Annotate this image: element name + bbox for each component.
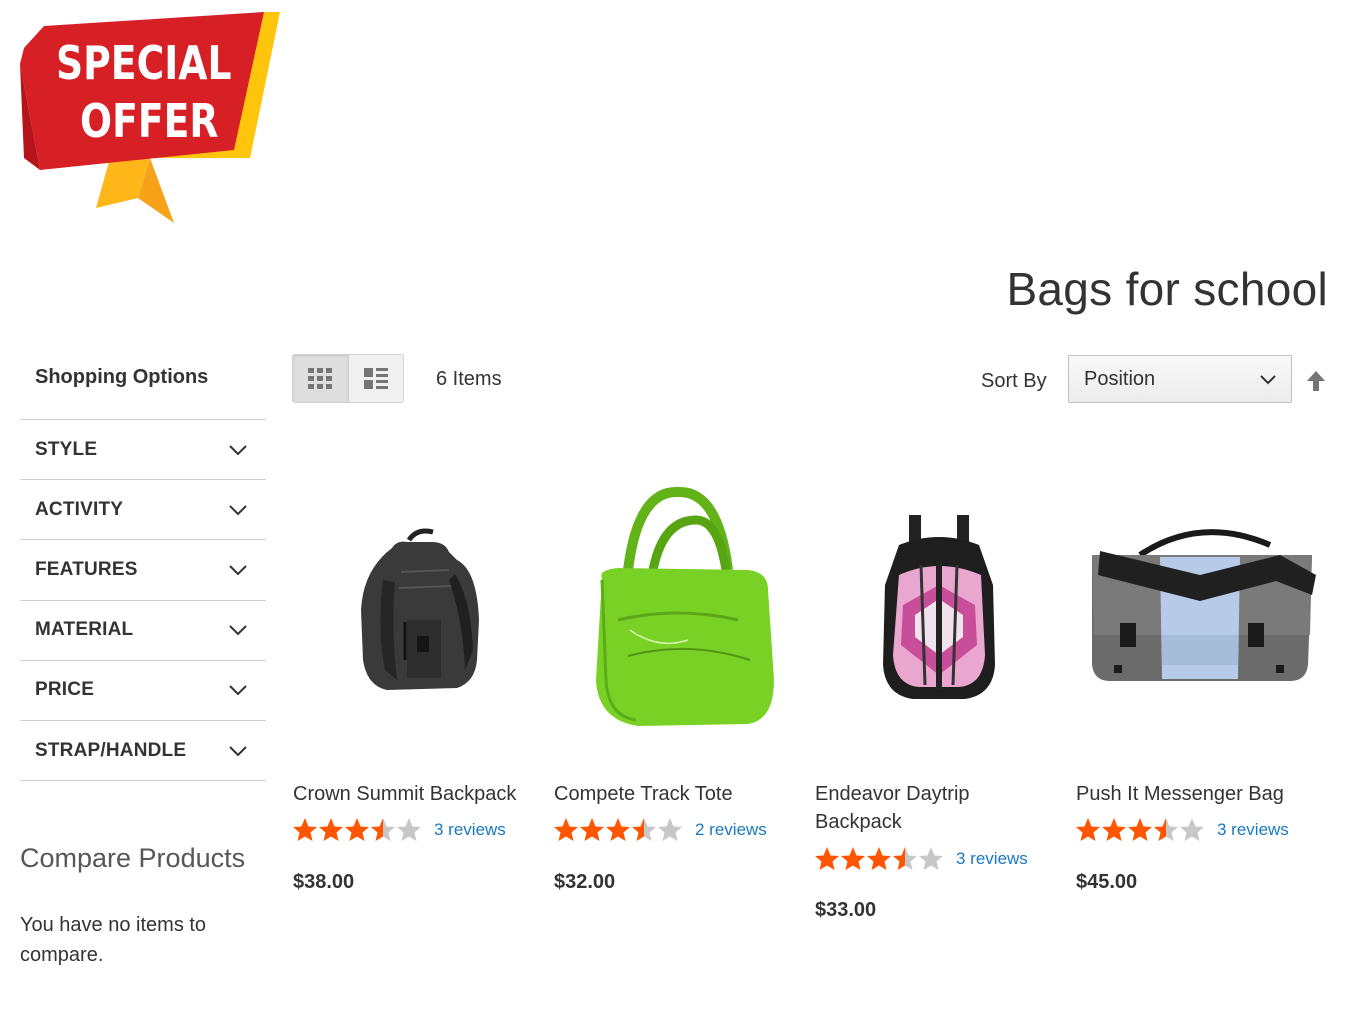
chevron-down-icon [229,625,247,636]
sort-by-label: Sort By [981,370,1047,392]
filter-label: PRICE [35,679,95,701]
filter-activity[interactable]: ACTIVITY [20,480,266,541]
rating-stars [814,846,944,872]
product-name-link[interactable]: Push It Messenger Bag [1076,780,1316,808]
chevron-down-icon [229,565,247,576]
product-name-link[interactable]: Endeavor Daytrip Backpack [815,780,1055,836]
star-icon [293,818,317,841]
star-icon [1102,818,1126,841]
reviews-link[interactable]: 2 reviews [695,820,767,840]
star-icon [1154,818,1178,841]
rating-stars [292,817,422,843]
star-icon [345,818,369,841]
list-view-button[interactable] [348,355,403,402]
filter-style[interactable]: STYLE [20,420,266,481]
arrow-up-icon[interactable] [1305,370,1327,392]
star-icon [319,818,343,841]
filter-label: ACTIVITY [35,498,124,520]
star-icon [580,818,604,841]
product-photo[interactable] [1075,470,1325,740]
product-rating: 2 reviews [553,817,767,843]
shopping-options-heading: Shopping Options [20,352,266,420]
star-icon [397,818,421,841]
filter-features[interactable]: FEATURES [20,540,266,601]
product-name-link[interactable]: Compete Track Tote [554,780,794,808]
star-icon [554,818,578,841]
star-icon [1180,818,1204,841]
star-icon [658,818,682,841]
view-mode-switcher [292,354,404,403]
filter-strap-handle[interactable]: STRAP/HANDLE [20,721,266,782]
chevron-down-icon [229,745,247,756]
product-name-link[interactable]: Crown Summit Backpack [293,780,533,808]
filter-label: STRAP/HANDLE [35,739,187,761]
list-icon [363,367,388,389]
grid-icon [308,367,333,389]
chevron-down-icon [229,444,247,456]
compare-empty-message: You have no items to compare. [20,914,207,966]
product-price: $45.00 [1076,871,1138,893]
star-icon [606,818,630,841]
banner-text-special: SPECIAL [56,36,232,90]
product-price: $38.00 [293,871,355,893]
items-count: 6 Items [436,368,502,390]
sort-by-select[interactable]: Position [1068,355,1292,403]
black-backpack-image [361,528,479,690]
star-icon [841,847,865,870]
star-icon [867,847,891,870]
star-icon [371,818,395,841]
banner-text-offer: OFFER [80,94,219,148]
product-price: $32.00 [554,871,616,893]
chevron-down-icon [229,505,247,516]
product-rating: 3 reviews [814,846,1028,872]
product-photo[interactable] [814,470,1064,740]
filter-label: MATERIAL [35,619,134,641]
pink-backpack-image [883,515,995,699]
star-icon [815,847,839,870]
product-rating: 3 reviews [1075,817,1289,843]
star-icon [632,818,656,841]
chevron-down-icon [1260,375,1276,385]
product-item: Endeavor Daytrip Backpack 3 reviews $33.… [814,470,1064,921]
filter-price[interactable]: PRICE [20,661,266,721]
rating-stars [553,817,683,843]
sort-by-value: Position [1084,367,1156,390]
product-item: Crown Summit Backpack 3 reviews $38.00 [292,470,542,893]
special-offer-banner: SPECIAL OFFER [14,8,284,230]
filter-material[interactable]: MATERIAL [20,601,266,661]
compare-products-title: Compare Products [20,843,246,873]
reviews-link[interactable]: 3 reviews [956,849,1028,869]
chevron-down-icon [229,685,247,696]
filter-label: STYLE [35,438,98,460]
product-rating: 3 reviews [292,817,506,843]
page-title: Bags for school [1006,263,1328,315]
messenger-bag-image [1092,529,1316,681]
shopping-options-sidebar: Shopping Options STYLE ACTIVITY FEATURES… [20,352,266,782]
star-icon [1076,818,1100,841]
reviews-link[interactable]: 3 reviews [434,820,506,840]
star-icon [919,847,943,870]
green-tote-image [596,487,774,726]
product-photo[interactable] [292,470,542,740]
rating-stars [1075,817,1205,843]
product-item: Compete Track Tote 2 reviews $32.00 [553,470,803,893]
star-icon [1128,818,1152,841]
reviews-link[interactable]: 3 reviews [1217,820,1289,840]
product-photo[interactable] [553,470,803,740]
star-icon [893,847,917,870]
grid-view-button[interactable] [293,355,349,402]
filter-label: FEATURES [35,558,138,580]
product-item: Push It Messenger Bag 3 reviews $45.00 [1075,470,1325,893]
product-price: $33.00 [815,899,877,921]
